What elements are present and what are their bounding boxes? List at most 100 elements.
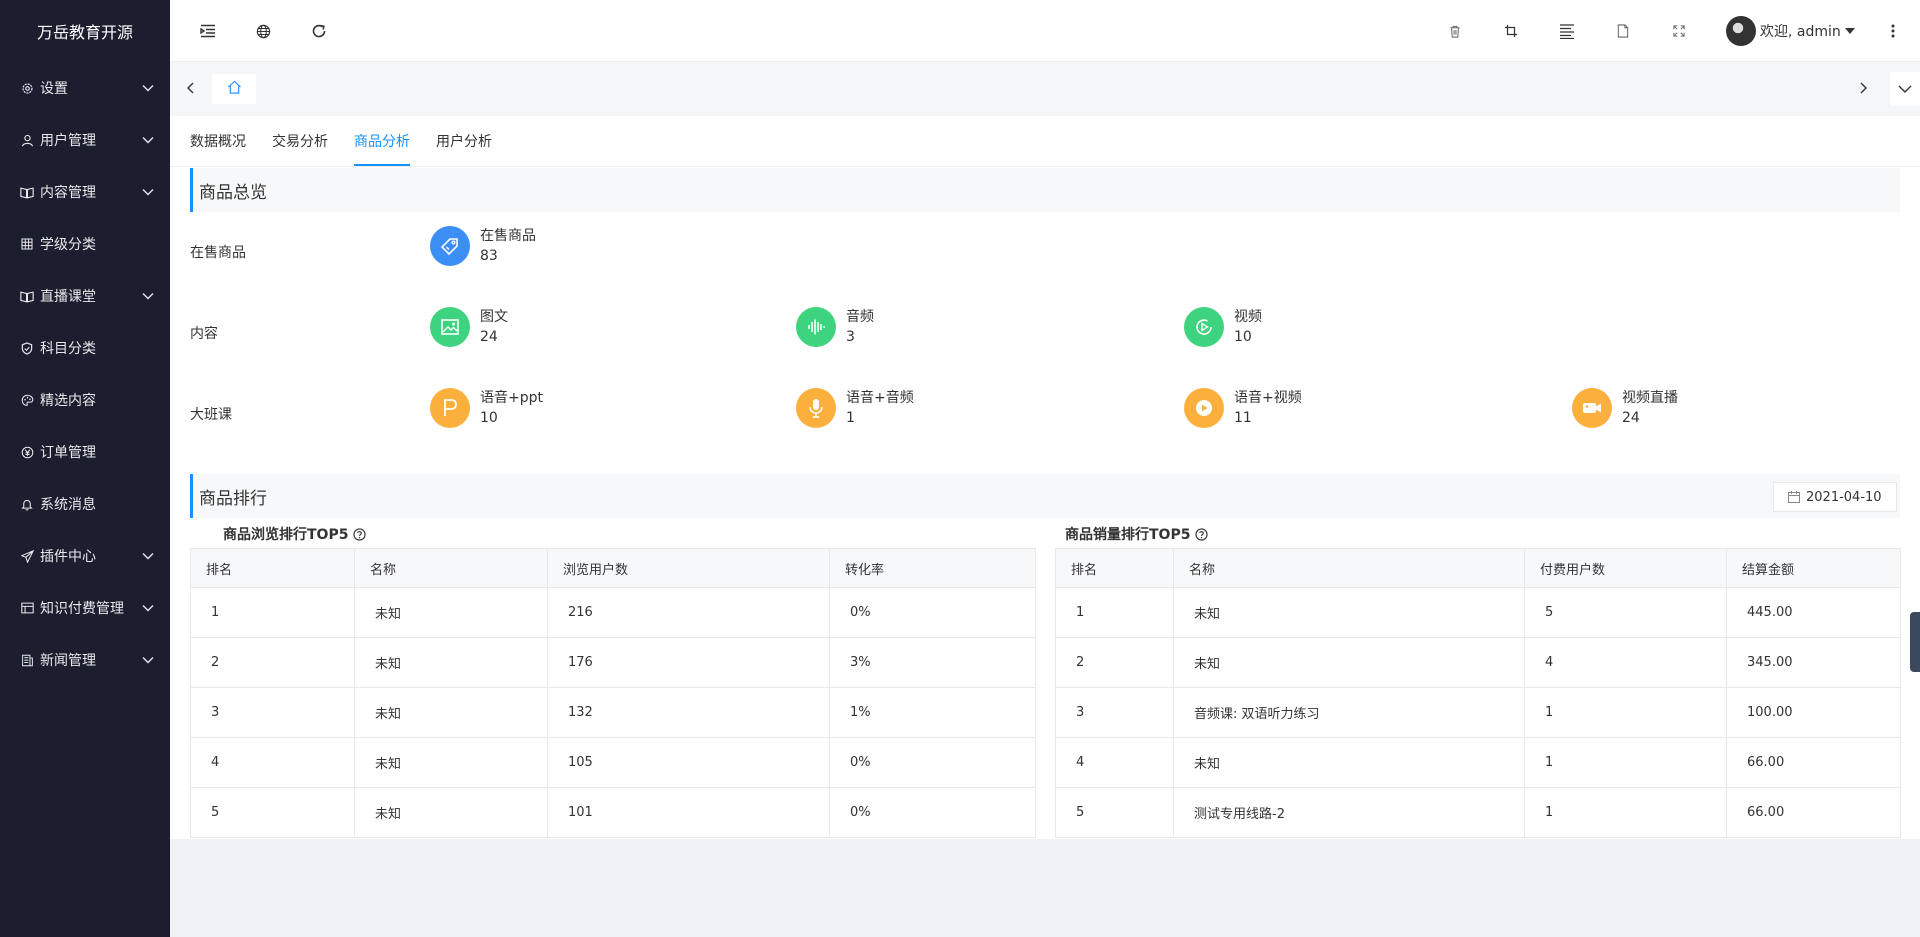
sidebar-item-paid-knowledge[interactable]: 知识付费管理 (0, 582, 170, 634)
chevron-down-icon (142, 550, 154, 562)
column-header: 名称 (354, 548, 548, 588)
views-cell: 105 (547, 737, 830, 788)
sidebar-item-content[interactable]: 内容管理 (0, 166, 170, 218)
date-value: 2021-04-10 (1806, 489, 1882, 505)
stat-name: 图文 (480, 309, 508, 325)
section-title: 商品排行 (199, 489, 267, 509)
sidebar-menu: 设置 用户管理 内容管理 学级分类 直播课堂 科目分类 精选内容 订单管理 系统… (0, 62, 170, 686)
column-header: 浏览用户数 (547, 548, 830, 588)
chevron-left-icon[interactable] (178, 76, 202, 100)
help-icon[interactable] (1195, 527, 1209, 541)
name-cell: 未知 (354, 737, 548, 788)
sidebar-item-label: 精选内容 (40, 393, 96, 409)
conversion-cell: 3% (829, 637, 1036, 688)
file-icon[interactable] (1610, 18, 1636, 44)
rank-cell: 1 (190, 587, 355, 638)
sidebar-item-label: 插件中心 (40, 549, 96, 565)
table-row: 1 未知 5 445.00 (1055, 587, 1901, 638)
sidebar-item-label: 系统消息 (40, 497, 96, 513)
name-cell: 未知 (354, 637, 548, 688)
table-row: 2 未知 176 3% (190, 637, 1036, 688)
views-cell: 132 (547, 687, 830, 738)
tab-data-overview[interactable]: 数据概况 (190, 116, 246, 166)
sidebar-item-label: 直播课堂 (40, 289, 96, 305)
tab-product-analysis[interactable]: 商品分析 (354, 116, 410, 166)
stat-audio: 音频 3 (796, 307, 874, 347)
sidebar-item-label: 设置 (40, 81, 68, 97)
amount-cell: 66.00 (1726, 787, 1901, 838)
conversion-cell: 0% (829, 787, 1036, 838)
globe-icon[interactable] (250, 18, 276, 44)
views-cell: 101 (547, 787, 830, 838)
floating-side-handle[interactable] (1910, 612, 1920, 672)
stat-video-live: 视频直播 24 (1572, 388, 1678, 428)
sidebar-item-label: 新闻管理 (40, 653, 96, 669)
name-cell: 未知 (1173, 737, 1525, 788)
stat-value: 10 (1234, 329, 1252, 345)
image-icon (430, 307, 470, 347)
table-row: 4 未知 1 66.00 (1055, 737, 1901, 788)
rank-cell: 1 (1055, 587, 1174, 638)
fullscreen-icon[interactable] (1666, 18, 1692, 44)
views-cell: 216 (547, 587, 830, 638)
chevron-right-icon[interactable] (1852, 76, 1876, 100)
welcome-text: 欢迎, admin (1760, 24, 1841, 40)
sidebar-item-subject-category[interactable]: 科目分类 (0, 322, 170, 374)
analysis-tabs: 数据概况 交易分析 商品分析 用户分析 (190, 116, 518, 166)
rank-cell: 3 (190, 687, 355, 738)
tab-user-analysis[interactable]: 用户分析 (436, 116, 492, 166)
refresh-icon[interactable] (306, 18, 332, 44)
amount-cell: 445.00 (1726, 587, 1901, 638)
conversion-cell: 0% (829, 587, 1036, 638)
stat-name: 语音+视频 (1234, 390, 1302, 406)
date-picker[interactable]: 2021-04-10 (1773, 482, 1897, 512)
more-icon[interactable] (1880, 18, 1906, 44)
stat-name: 视频直播 (1622, 390, 1678, 406)
sidebar-item-users[interactable]: 用户管理 (0, 114, 170, 166)
stat-voice-video: 语音+视频 11 (1184, 388, 1302, 428)
tabs-dropdown-icon[interactable] (1890, 72, 1920, 106)
home-tab[interactable] (212, 74, 256, 104)
views-cell: 176 (547, 637, 830, 688)
sidebar-item-live-class[interactable]: 直播课堂 (0, 270, 170, 322)
name-cell: 音频课: 双语听力练习 (1173, 687, 1525, 738)
tab-transaction-analysis[interactable]: 交易分析 (272, 116, 328, 166)
help-icon[interactable] (353, 527, 367, 541)
stat-value: 24 (1622, 410, 1640, 426)
news-icon (20, 653, 34, 667)
rank-cell: 4 (190, 737, 355, 788)
palette-icon (20, 393, 34, 407)
sidebar-item-orders[interactable]: 订单管理 (0, 426, 170, 478)
sidebar-item-system-messages[interactable]: 系统消息 (0, 478, 170, 530)
name-cell: 测试专用线路-2 (1173, 787, 1525, 838)
sidebar-item-plugins[interactable]: 插件中心 (0, 530, 170, 582)
name-cell: 未知 (354, 687, 548, 738)
sidebar-item-news[interactable]: 新闻管理 (0, 634, 170, 686)
user-menu[interactable]: 欢迎, admin (1726, 16, 1855, 46)
tag-icon (430, 226, 470, 266)
align-icon[interactable] (1554, 18, 1580, 44)
conversion-cell: 1% (829, 687, 1036, 738)
avatar (1726, 16, 1756, 46)
table-row: 3 未知 132 1% (190, 687, 1036, 738)
sidebar-item-settings[interactable]: 设置 (0, 62, 170, 114)
crop-icon[interactable] (1498, 18, 1524, 44)
grid-icon (20, 237, 34, 251)
overview-section-header: 商品总览 (190, 168, 1900, 212)
trash-icon[interactable] (1442, 18, 1468, 44)
sidebar-item-grade-category[interactable]: 学级分类 (0, 218, 170, 270)
chevron-down-icon (142, 290, 154, 302)
stat-value: 24 (480, 329, 498, 345)
app-logo[interactable]: 万岳教育开源 (0, 0, 170, 62)
stat-value: 83 (480, 248, 498, 264)
name-cell: 未知 (1173, 637, 1525, 688)
sidebar-item-label: 用户管理 (40, 133, 96, 149)
amount-cell: 345.00 (1726, 637, 1901, 688)
menu-fold-icon[interactable] (195, 18, 221, 44)
sales-ranking-title: 商品销量排行TOP5 (1065, 524, 1209, 544)
rank-cell: 4 (1055, 737, 1174, 788)
table-row: 2 未知 4 345.00 (1055, 637, 1901, 688)
sidebar-item-featured-content[interactable]: 精选内容 (0, 374, 170, 426)
sidebar: 万岳教育开源 设置 用户管理 内容管理 学级分类 直播课堂 科目分类 精选内容 … (0, 0, 170, 937)
caret-down-icon (1844, 28, 1855, 34)
